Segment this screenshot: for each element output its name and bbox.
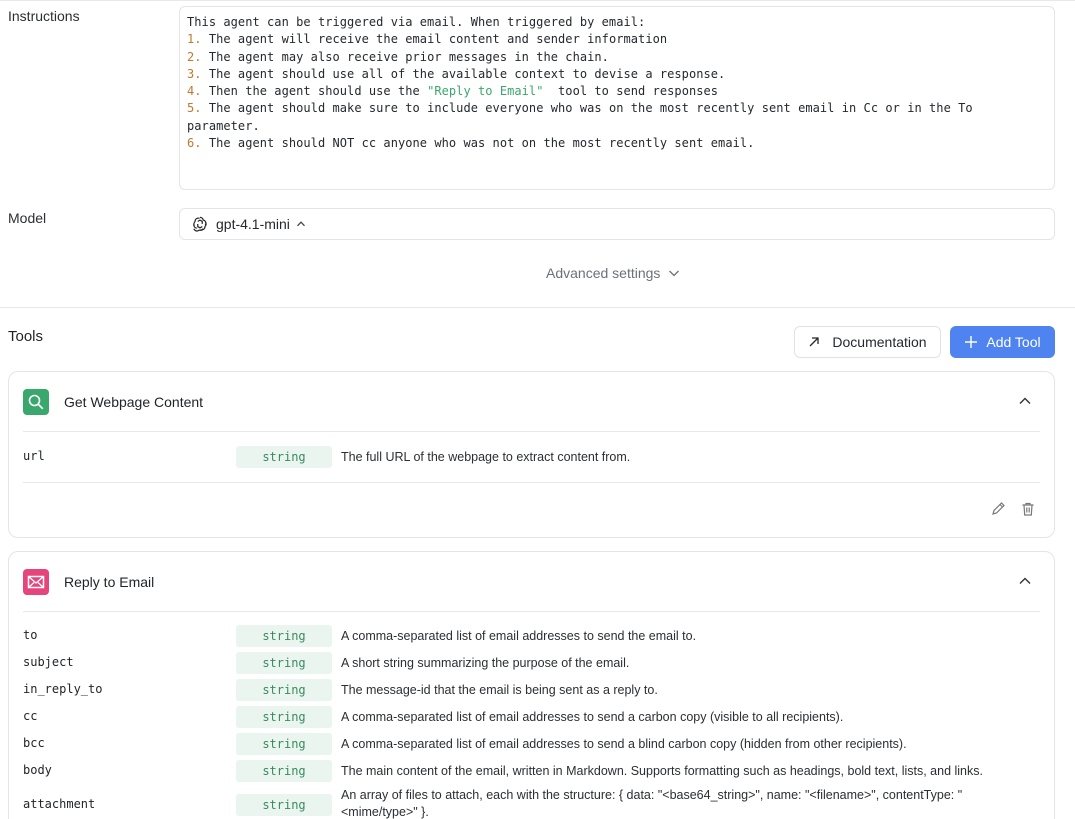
param-name: url <box>23 449 45 463</box>
collapse-chevron-icon[interactable] <box>1018 574 1032 588</box>
instruction-text: The agent will receive the email content… <box>201 32 668 47</box>
instructions-label: Instructions <box>8 8 80 24</box>
tool-name: Get Webpage Content <box>64 394 204 410</box>
param-row: body string The main content of the emai… <box>23 760 1040 782</box>
instruction-num: 1. <box>187 32 202 47</box>
param-type-badge: string <box>236 679 332 701</box>
instruction-text: The agent may also receive prior message… <box>201 49 609 64</box>
openai-icon <box>193 216 207 232</box>
param-type-badge: string <box>236 794 332 816</box>
instructions-intro: This agent can be triggered via email. W… <box>187 15 646 29</box>
instruction-text: The agent should make sure to include ev… <box>187 101 973 133</box>
card-divider <box>23 611 1040 612</box>
instruction-num: 6. <box>187 136 202 151</box>
collapse-chevron-icon[interactable] <box>1018 394 1032 408</box>
advanced-settings-label: Advanced settings <box>546 265 661 281</box>
card-divider <box>23 482 1040 483</box>
tool-name: Reply to Email <box>64 574 155 590</box>
instruction-text: The agent should use all of the availabl… <box>201 66 726 81</box>
param-description: An array of files to attach, each with t… <box>341 788 963 819</box>
model-label: Model <box>8 210 47 226</box>
param-name: subject <box>23 655 74 669</box>
instruction-num: 4. <box>187 84 202 99</box>
external-link-icon <box>809 337 820 347</box>
documentation-button[interactable]: Documentation <box>794 326 941 358</box>
param-row: url string The full URL of the webpage t… <box>23 446 1040 468</box>
param-name: cc <box>23 709 38 723</box>
top-border <box>0 0 1075 1</box>
param-row: bcc string A comma-separated list of ema… <box>23 733 1040 755</box>
trash-icon[interactable] <box>1020 501 1036 517</box>
chevron-down-icon <box>669 270 680 277</box>
model-select[interactable]: gpt-4.1-mini <box>179 208 1055 240</box>
param-description: The full URL of the webpage to extract c… <box>341 450 631 464</box>
param-row: to string A comma-separated list of emai… <box>23 625 1040 647</box>
param-type-badge: string <box>236 706 332 728</box>
add-tool-button[interactable]: Add Tool <box>950 326 1055 358</box>
param-description: The main content of the email, written i… <box>341 764 983 778</box>
search-icon <box>23 389 49 415</box>
param-row: attachment string An array of files to a… <box>23 788 1040 819</box>
edit-pencil-icon[interactable] <box>990 501 1006 517</box>
add-tool-label: Add Tool <box>986 334 1041 350</box>
instruction-num: 2. <box>187 49 202 64</box>
mail-icon <box>23 569 49 595</box>
instruction-text: The agent should NOT cc anyone who was n… <box>201 136 755 151</box>
tool-card-reply-to-email: Reply to Email to string A comma-separat… <box>8 551 1055 819</box>
param-type-badge: string <box>236 652 332 674</box>
instruction-tool-reference: "Reply to Email" <box>427 84 544 99</box>
param-description: The message-id that the email is being s… <box>341 683 658 697</box>
instruction-text: Then the agent should use the <box>201 84 428 99</box>
param-name: in_reply_to <box>23 682 103 696</box>
advanced-settings-toggle[interactable]: Advanced settings <box>546 265 680 281</box>
param-row: cc string A comma-separated list of emai… <box>23 706 1040 728</box>
param-name: attachment <box>23 797 96 811</box>
instructions-editor[interactable]: This agent can be triggered via email. W… <box>179 6 1055 190</box>
tools-heading: Tools <box>8 328 44 345</box>
instruction-num: 5. <box>187 101 202 116</box>
plus-icon <box>965 336 978 348</box>
section-divider <box>0 307 1075 308</box>
param-row: in_reply_to string The message-id that t… <box>23 679 1040 701</box>
param-type-badge: string <box>236 733 332 755</box>
param-description: A comma-separated list of email addresse… <box>341 629 697 643</box>
instruction-text: tool to send responses <box>543 84 719 99</box>
documentation-label: Documentation <box>832 334 927 350</box>
param-name: body <box>23 763 52 777</box>
param-type-badge: string <box>236 446 332 468</box>
param-description: A comma-separated list of email addresse… <box>341 710 844 724</box>
param-type-badge: string <box>236 760 332 782</box>
param-type-badge: string <box>236 625 332 647</box>
param-description: A comma-separated list of email addresse… <box>341 737 907 751</box>
chevron-up-icon <box>296 221 305 227</box>
card-divider <box>23 431 1040 432</box>
model-value: gpt-4.1-mini <box>216 216 290 232</box>
tool-card-get-webpage-content: Get Webpage Content url string The full … <box>8 371 1055 538</box>
param-name: to <box>23 628 38 642</box>
instruction-num: 3. <box>187 66 202 81</box>
card-actions <box>990 501 1036 517</box>
param-description: A short string summarizing the purpose o… <box>341 656 630 670</box>
param-row: subject string A short string summarizin… <box>23 652 1040 674</box>
param-name: bcc <box>23 736 45 750</box>
